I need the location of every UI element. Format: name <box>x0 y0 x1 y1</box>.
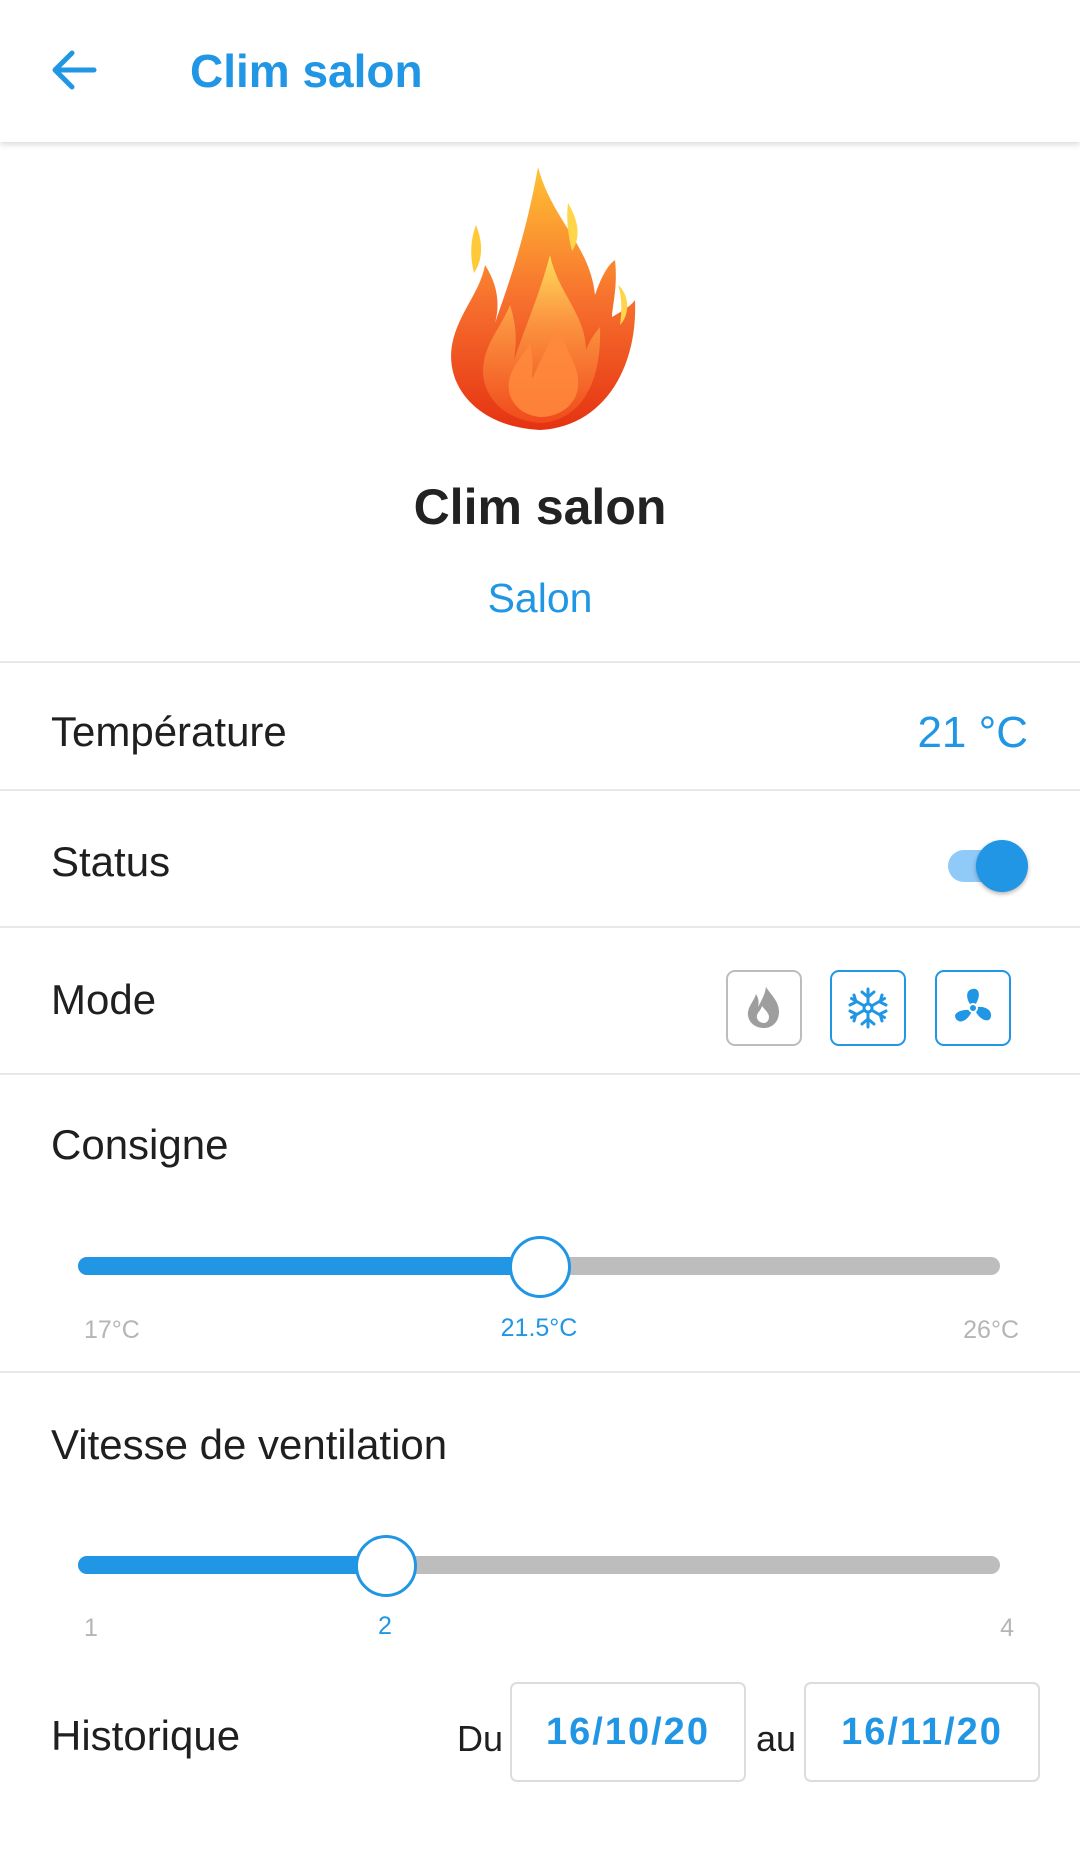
fan-speed-slider[interactable] <box>78 1535 1000 1597</box>
device-room: Salon <box>487 575 593 621</box>
history-to-date[interactable]: 16/11/20 <box>804 1682 1040 1782</box>
setpoint-min-label: 17°C <box>84 1316 140 1344</box>
app-bar: Clim salon <box>0 0 1080 142</box>
fan-speed-current-label: 2 <box>378 1612 392 1640</box>
page-title: Clim salon <box>190 45 423 97</box>
setpoint-max-label: 26°C <box>963 1316 1019 1344</box>
status-toggle[interactable] <box>948 840 1030 892</box>
temperature-value: 21 °C <box>917 708 1028 757</box>
mode-fan-button[interactable] <box>935 970 1011 1046</box>
arrow-left-icon <box>52 50 97 90</box>
fan-speed-max-label: 4 <box>1000 1614 1014 1642</box>
mode-heat-button[interactable] <box>726 970 802 1046</box>
history-from-label: Du <box>457 1718 504 1759</box>
slider-thumb[interactable] <box>509 1236 571 1298</box>
slider-thumb[interactable] <box>355 1535 417 1597</box>
flame-icon <box>747 987 779 1028</box>
slider-fill <box>78 1556 385 1574</box>
snowflake-icon <box>848 987 888 1029</box>
history-from-date[interactable]: 16/10/20 <box>510 1682 746 1782</box>
toggle-thumb <box>976 840 1028 892</box>
divider <box>0 926 1080 928</box>
fan-icon <box>955 988 992 1022</box>
divider <box>0 1371 1080 1373</box>
mode-label: Mode <box>51 976 157 1023</box>
history-to-label: au <box>756 1718 797 1759</box>
slider-fill <box>78 1257 539 1275</box>
setpoint-current-label: 21.5°C <box>500 1314 578 1342</box>
fan-speed-label: Vitesse de ventilation <box>51 1421 448 1468</box>
mode-cool-button[interactable] <box>830 970 906 1046</box>
divider <box>0 1073 1080 1075</box>
setpoint-slider[interactable] <box>78 1236 1000 1298</box>
device-name: Clim salon <box>413 479 667 535</box>
fan-speed-min-label: 1 <box>84 1614 98 1642</box>
divider <box>0 661 1080 663</box>
setpoint-label: Consigne <box>51 1121 229 1168</box>
status-label: Status <box>51 838 171 885</box>
flame-icon <box>451 167 636 430</box>
back-button[interactable] <box>44 40 104 100</box>
divider <box>0 789 1080 791</box>
history-label: Historique <box>51 1712 241 1759</box>
temperature-label: Température <box>51 708 287 755</box>
